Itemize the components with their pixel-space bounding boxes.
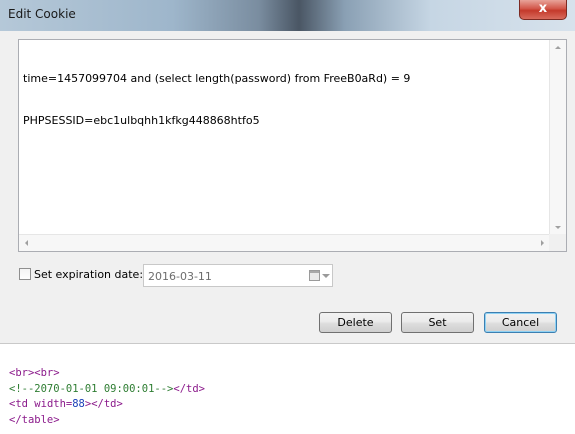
code-tag: ></td> xyxy=(84,398,123,410)
code-attribute: width= xyxy=(34,398,73,410)
code-line: <br><br> xyxy=(9,366,205,382)
calendar-icon[interactable] xyxy=(309,270,320,281)
cookie-text: time=1457099704 and (select length(passw… xyxy=(23,44,546,156)
scroll-up-icon[interactable] xyxy=(555,46,561,49)
set-button[interactable]: Set xyxy=(401,312,474,333)
close-icon: x xyxy=(538,1,548,16)
expiration-row: Set expiration date: 2016-03-11 xyxy=(18,264,338,288)
code-comment: <!--2070-01-01 09:00:01--> xyxy=(9,382,174,395)
cookie-line: time=1457099704 and (select length(passw… xyxy=(23,72,411,85)
cookie-textarea[interactable]: time=1457099704 and (select length(passw… xyxy=(18,39,567,252)
cancel-button[interactable]: Cancel xyxy=(484,312,557,333)
html-source-snippet: <br><br> <!--2070-01-01 09:00:01--></td>… xyxy=(9,366,205,428)
title-bar[interactable]: Edit Cookie x xyxy=(0,0,575,31)
expiration-date-picker[interactable]: 2016-03-11 xyxy=(143,264,333,287)
horizontal-scrollbar[interactable] xyxy=(19,234,550,251)
code-tag: <td xyxy=(9,398,35,410)
code-value: 88 xyxy=(72,398,85,410)
scroll-down-icon[interactable] xyxy=(555,226,561,229)
expiration-date-value: 2016-03-11 xyxy=(148,270,212,283)
vertical-scrollbar[interactable] xyxy=(549,40,566,235)
dialog-body: time=1457099704 and (select length(passw… xyxy=(8,31,567,343)
window-title: Edit Cookie xyxy=(8,7,76,21)
code-line: </table> xyxy=(9,413,205,429)
code-line: <!--2070-01-01 09:00:01--></td> xyxy=(9,382,205,398)
code-tag: </table> xyxy=(9,413,60,426)
code-line: <td width=88></td> xyxy=(9,397,205,413)
scroll-left-icon[interactable] xyxy=(25,240,28,246)
code-tag: </td> xyxy=(173,382,205,395)
cookie-line: PHPSESSID=ebc1ulbqhh1kfkg448868htfo5 xyxy=(23,114,260,127)
edit-cookie-dialog: Edit Cookie x time=1457099704 and (selec… xyxy=(0,0,575,344)
delete-button[interactable]: Delete xyxy=(319,312,392,333)
chevron-down-icon[interactable] xyxy=(322,274,330,278)
expiration-label: Set expiration date: xyxy=(34,268,144,281)
expiration-checkbox[interactable] xyxy=(19,268,31,280)
code-tag: <br><br> xyxy=(9,367,60,379)
scrollbar-corner xyxy=(549,234,566,251)
scroll-right-icon[interactable] xyxy=(541,240,544,246)
close-button[interactable]: x xyxy=(519,0,567,20)
